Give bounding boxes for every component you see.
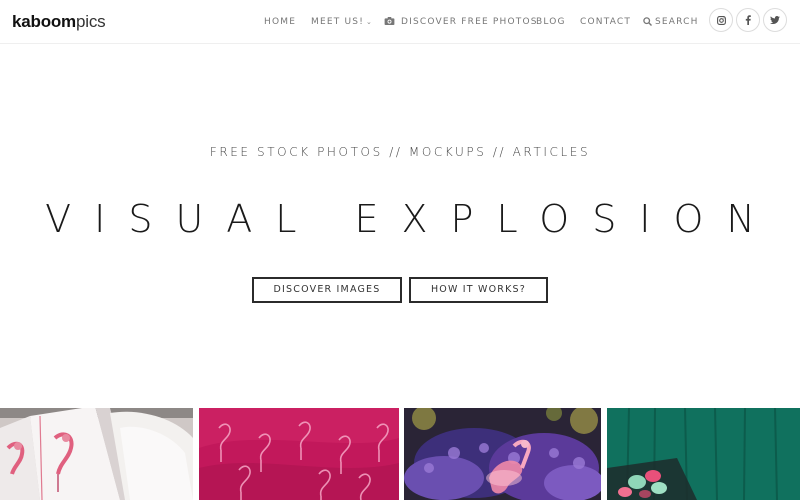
nav-blog[interactable]: BLOG <box>536 15 566 29</box>
camera-icon <box>384 17 395 25</box>
flowers-flamingo-light-image <box>404 408 601 500</box>
photo-flamingo-fabric[interactable] <box>199 408 399 500</box>
teal-wood-macarons-image <box>607 408 800 500</box>
twitter-icon <box>770 16 780 24</box>
nav-meet-us[interactable]: MEET US! ⌄ <box>311 15 373 29</box>
photo-flamingo-pillows[interactable] <box>0 408 193 500</box>
logo-bold-part: kaboom <box>12 12 76 31</box>
nav-home[interactable]: HOME <box>264 15 296 29</box>
nav-discover-free-photos-label: DISCOVER FREE PHOTOS <box>401 17 538 27</box>
photo-flowers-flamingo-light[interactable] <box>404 408 601 500</box>
photo-teal-wood-macarons[interactable] <box>607 408 800 500</box>
nav-search-label: SEARCH <box>655 17 699 27</box>
search-icon <box>643 17 652 26</box>
discover-images-button[interactable]: DISCOVER IMAGES <box>252 277 402 303</box>
flamingo-fabric-image <box>199 408 399 500</box>
instagram-icon <box>716 15 726 25</box>
facebook-button[interactable] <box>736 8 760 32</box>
flamingo-pillows-image <box>0 408 193 500</box>
how-it-works-button[interactable]: HOW IT WORKS? <box>409 277 548 303</box>
nav-contact[interactable]: CONTACT <box>580 15 631 29</box>
logo-light-part: pics <box>75 12 106 31</box>
logo[interactable]: kaboompics <box>12 12 106 32</box>
photo-strip <box>0 408 800 500</box>
twitter-button[interactable] <box>763 8 787 32</box>
hero-title: VISUAL EXPLOSION <box>45 197 778 241</box>
instagram-button[interactable] <box>709 8 733 32</box>
hero-subtitle: FREE STOCK PHOTOS // MOCKUPS // ARTICLES <box>209 145 591 159</box>
site-header: kaboompics HOME MEET US! ⌄ DISCOVER FREE … <box>0 0 800 44</box>
facebook-icon <box>745 15 751 25</box>
chevron-down-icon: ⌄ <box>366 18 374 26</box>
nav-meet-us-label: MEET US! <box>311 17 365 27</box>
